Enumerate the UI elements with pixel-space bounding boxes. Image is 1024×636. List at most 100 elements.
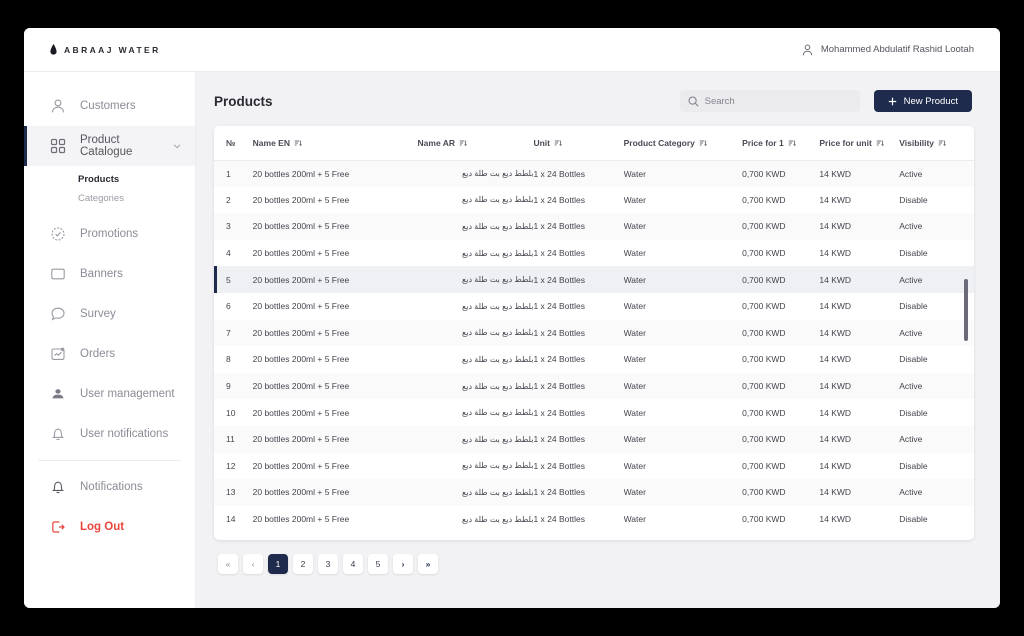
- column-header-name-en[interactable]: Name EN: [252, 126, 418, 161]
- cell-price-for-1: 0,700 KWD: [742, 221, 786, 232]
- pagination-prev[interactable]: ‹: [243, 554, 263, 574]
- cell-name-en: 20 bottles 200ml + 5 Free: [252, 168, 350, 179]
- sidebar-item-customers[interactable]: Customers: [24, 86, 195, 126]
- cell-number: 3: [226, 221, 231, 232]
- table-row[interactable]: 11 20 bottles 200ml + 5 Free بلطط ديع بت ط…: [214, 425, 974, 453]
- search-icon: [688, 95, 699, 107]
- grid-icon: [50, 138, 66, 154]
- cell-number: 7: [226, 327, 231, 338]
- pagination-last[interactable]: »: [418, 554, 438, 574]
- table-row[interactable]: 14 20 bottles 200ml + 5 Free بلطط ديع بت ط…: [214, 506, 974, 533]
- sidebar-item-user-notifications[interactable]: User notifications: [24, 414, 195, 454]
- table-row[interactable]: 6 20 bottles 200ml + 5 Free بلطط ديع بت طل…: [214, 293, 974, 320]
- search-box[interactable]: Search: [679, 90, 860, 112]
- sidebar-item-survey[interactable]: Survey: [24, 294, 195, 334]
- cell-name-ar: بلطط ديع بت طلة ديع: [462, 408, 534, 418]
- column-header-name-ar[interactable]: Name AR: [417, 126, 534, 161]
- cell-unit: 1 x 24 Bottles: [533, 248, 585, 259]
- table-row[interactable]: 9 20 bottles 200ml + 5 Free بلطط ديع بت طل…: [214, 372, 974, 400]
- cell-product-category: Water: [623, 168, 646, 179]
- table-row[interactable]: 3 20 bottles 200ml + 5 Free بلطط ديع بت طل…: [214, 213, 974, 240]
- pagination-page-4[interactable]: 4: [343, 554, 363, 574]
- cell-number: 9: [226, 381, 231, 392]
- pagination-page-2[interactable]: 2: [293, 554, 313, 574]
- column-header-number[interactable]: №: [214, 126, 253, 161]
- table-body: 1 20 bottles 200ml + 5 Free بلطط ديع بت طل…: [214, 160, 974, 532]
- cell-name-ar: بلطط ديع بت طلة ديع: [462, 221, 534, 231]
- pagination-page-1[interactable]: 1: [268, 554, 288, 574]
- new-product-button[interactable]: New Product: [873, 90, 972, 112]
- pagination-next[interactable]: ›: [393, 554, 413, 574]
- pagination-first[interactable]: «: [218, 554, 238, 574]
- cell-price-for-unit: 14 KWD: [819, 327, 852, 338]
- cell-visibility: Disable: [899, 407, 928, 418]
- sidebar-item-label: Log Out: [80, 521, 125, 533]
- cell-visibility: Active: [899, 274, 923, 285]
- sidebar-item-banners[interactable]: Banners: [24, 254, 195, 294]
- user-icon: [52, 99, 64, 113]
- sidebar-item-products[interactable]: Products: [24, 170, 195, 189]
- cell-name-en: 20 bottles 200ml + 5 Free: [252, 194, 350, 205]
- cell-name-en: 20 bottles 200ml + 5 Free: [252, 354, 350, 365]
- cell-name-ar: بلطط ديع بت طلة ديع: [462, 301, 534, 311]
- column-header-visibility[interactable]: Visibility: [899, 126, 974, 161]
- sidebar-item-logout[interactable]: Log Out: [24, 507, 195, 547]
- app-window: ABRAAJ WATER Mohammed Abdulatif Rashid L…: [24, 28, 1000, 608]
- table-row[interactable]: 8 20 bottles 200ml + 5 Free بلطط ديع بت طل…: [214, 346, 974, 373]
- cell-name-ar: بلطط ديع بت طلة ديع: [462, 275, 534, 285]
- cell-price-for-1: 0,700 KWD: [742, 274, 786, 285]
- pagination-page-5[interactable]: 5: [368, 554, 388, 574]
- column-label: Product Category: [623, 137, 695, 148]
- cell-number: 6: [226, 301, 231, 312]
- cell-price-for-1: 0,700 KWD: [742, 327, 786, 338]
- table-row[interactable]: 5 20 bottles 200ml + 5 Free بلطط ديع بت طل…: [214, 266, 974, 293]
- column-label: Unit: [533, 137, 550, 148]
- column-header-price-for-1[interactable]: Price for 1: [742, 126, 820, 161]
- column-header-unit[interactable]: Unit: [533, 126, 624, 161]
- table-row[interactable]: 1 20 bottles 200ml + 5 Free بلطط ديع بت طل…: [214, 160, 974, 187]
- sidebar-item-orders[interactable]: Orders: [24, 334, 195, 374]
- cell-price-for-1: 0,700 KWD: [742, 434, 786, 445]
- table-scrollbar-thumb[interactable]: [964, 279, 968, 341]
- sort-icon: [788, 140, 796, 146]
- products-table: № Name EN Name AR Unit Product Category …: [214, 126, 974, 532]
- brand-logo[interactable]: ABRAAJ WATER: [50, 43, 161, 56]
- column-header-price-for-unit[interactable]: Price for unit: [819, 126, 900, 161]
- sidebar-item-label: Product Catalogue: [80, 134, 133, 158]
- logout-icon: [52, 521, 65, 533]
- app-body: Customers Product Catalogue Products Cat…: [24, 72, 1000, 608]
- cell-visibility: Disable: [899, 354, 928, 365]
- table-scrollbar[interactable]: [964, 164, 971, 536]
- cell-name-en: 20 bottles 200ml + 5 Free: [252, 221, 350, 232]
- account-name: Mohammed Abdulatif Rashid Lootah: [820, 44, 974, 55]
- cell-number: 5: [214, 266, 253, 293]
- cell-name-ar: بلطط ديع بت طلة ديع: [462, 328, 534, 338]
- pagination-page-3[interactable]: 3: [318, 554, 338, 574]
- column-label: Name AR: [417, 137, 455, 148]
- search-input[interactable]: Search: [705, 96, 735, 107]
- sidebar-item-notifications[interactable]: Notifications: [24, 467, 195, 507]
- cell-name-en: 20 bottles 200ml + 5 Free: [252, 274, 350, 285]
- sidebar-item-user-management[interactable]: User management: [24, 374, 195, 414]
- table-row[interactable]: 12 20 bottles 200ml + 5 Free بلطط ديع بت ط…: [214, 453, 974, 480]
- cell-name-ar: بلطط ديع بت طلة ديع: [462, 381, 534, 391]
- cell-product-category: Water: [623, 301, 646, 312]
- cell-price-for-1: 0,700 KWD: [742, 487, 786, 498]
- cell-name-ar: بلطط ديع بت طلة ديع: [462, 195, 534, 205]
- cell-name-ar: بلطط ديع بت طلة ديع: [462, 514, 534, 524]
- column-label: Visibility: [899, 137, 935, 148]
- cell-visibility: Disable: [899, 194, 928, 205]
- main-content: Products Search New Product № Name EN Na…: [196, 72, 1000, 608]
- sidebar-item-promotions[interactable]: Promotions: [24, 214, 195, 254]
- table-row[interactable]: 10 20 bottles 200ml + 5 Free بلطط ديع بت ط…: [214, 399, 974, 426]
- account-menu[interactable]: Mohammed Abdulatif Rashid Lootah: [802, 44, 974, 56]
- cell-unit: 1 x 24 Bottles: [533, 221, 585, 232]
- sidebar-item-product-catalogue[interactable]: Product Catalogue: [24, 126, 195, 166]
- sort-icon: [938, 140, 946, 146]
- table-row[interactable]: 2 20 bottles 200ml + 5 Free بلطط ديع بت طل…: [214, 187, 974, 214]
- table-row[interactable]: 4 20 bottles 200ml + 5 Free بلطط ديع بت طل…: [214, 240, 974, 267]
- column-header-product-category[interactable]: Product Category: [623, 126, 743, 161]
- table-row[interactable]: 13 20 bottles 200ml + 5 Free بلطط ديع بت ط…: [214, 479, 974, 506]
- sidebar-item-categories[interactable]: Categories: [24, 189, 195, 208]
- table-row[interactable]: 7 20 bottles 200ml + 5 Free بلطط ديع بت طل…: [214, 319, 974, 347]
